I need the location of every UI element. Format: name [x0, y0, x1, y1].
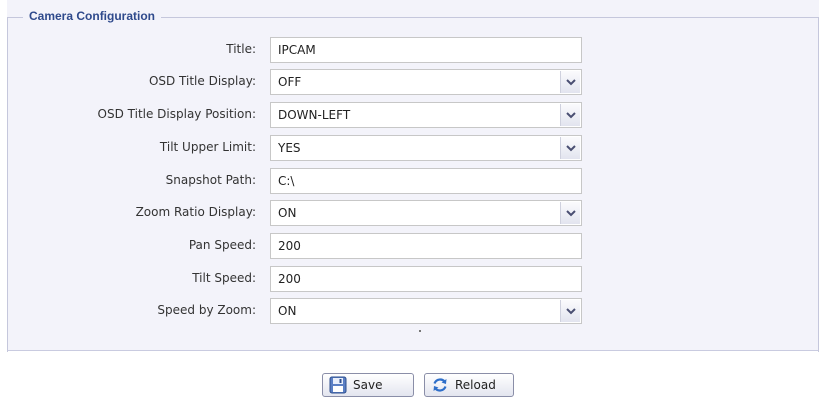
snapshot-path-label: Snapshot Path:	[165, 173, 256, 187]
pan-speed-input[interactable]: 200	[270, 233, 582, 259]
pan-speed-label: Pan Speed:	[188, 238, 256, 252]
osd-title-position-label: OSD Title Display Position:	[97, 107, 256, 121]
section-legend: Camera Configuration	[23, 9, 162, 23]
row-osd-title-position: OSD Title Display Position: DOWN-LEFT	[0, 102, 826, 128]
osd-title-display-label: OSD Title Display:	[148, 74, 256, 88]
tilt-speed-label: Tilt Speed:	[192, 271, 256, 285]
tilt-speed-value: 200	[278, 272, 301, 286]
chevron-down-icon[interactable]	[560, 300, 580, 322]
save-button[interactable]: Save	[322, 373, 414, 397]
speed-by-zoom-value: ON	[278, 304, 297, 318]
save-button-label: Save	[353, 378, 383, 392]
speed-by-zoom-select[interactable]: ON	[270, 298, 582, 324]
osd-title-display-value: OFF	[278, 75, 302, 89]
chevron-down-icon[interactable]	[560, 137, 580, 159]
chevron-down-icon[interactable]	[560, 104, 580, 126]
reload-button-label: Reload	[455, 378, 496, 392]
title-label: Title:	[226, 42, 256, 56]
row-pan-speed: Pan Speed: 200	[0, 233, 826, 259]
reload-button[interactable]: Reload	[424, 373, 514, 397]
zoom-ratio-display-select[interactable]: ON	[270, 200, 582, 226]
zoom-ratio-display-value: ON	[278, 206, 297, 220]
snapshot-path-input[interactable]: C:\	[270, 168, 582, 194]
row-osd-title-display: OSD Title Display: OFF	[0, 69, 826, 95]
tilt-upper-limit-label: Tilt Upper Limit:	[159, 140, 256, 154]
row-snapshot-path: Snapshot Path: C:\	[0, 168, 826, 194]
chevron-down-icon[interactable]	[560, 71, 580, 93]
row-zoom-ratio-display: Zoom Ratio Display: ON	[0, 200, 826, 226]
chevron-down-icon[interactable]	[560, 202, 580, 224]
title-input[interactable]: IPCAM	[270, 37, 582, 63]
title-value: IPCAM	[278, 43, 316, 57]
speed-by-zoom-label: Speed by Zoom:	[157, 303, 256, 317]
snapshot-path-value: C:\	[278, 174, 295, 188]
row-tilt-upper-limit: Tilt Upper Limit: YES	[0, 135, 826, 161]
tilt-upper-limit-value: YES	[278, 141, 301, 155]
tilt-upper-limit-select[interactable]: YES	[270, 135, 582, 161]
osd-title-position-value: DOWN-LEFT	[278, 108, 351, 122]
tilt-speed-input[interactable]: 200	[270, 266, 582, 292]
pan-speed-value: 200	[278, 239, 301, 253]
floppy-disk-icon	[329, 376, 347, 394]
osd-title-display-select[interactable]: OFF	[270, 69, 582, 95]
reload-arrows-icon	[433, 378, 447, 392]
zoom-ratio-display-label: Zoom Ratio Display:	[135, 205, 256, 219]
row-title: Title: IPCAM	[0, 37, 826, 63]
row-speed-by-zoom: Speed by Zoom: ON	[0, 298, 826, 324]
osd-title-position-select[interactable]: DOWN-LEFT	[270, 102, 582, 128]
stray-dot	[419, 330, 421, 332]
row-tilt-speed: Tilt Speed: 200	[0, 266, 826, 292]
